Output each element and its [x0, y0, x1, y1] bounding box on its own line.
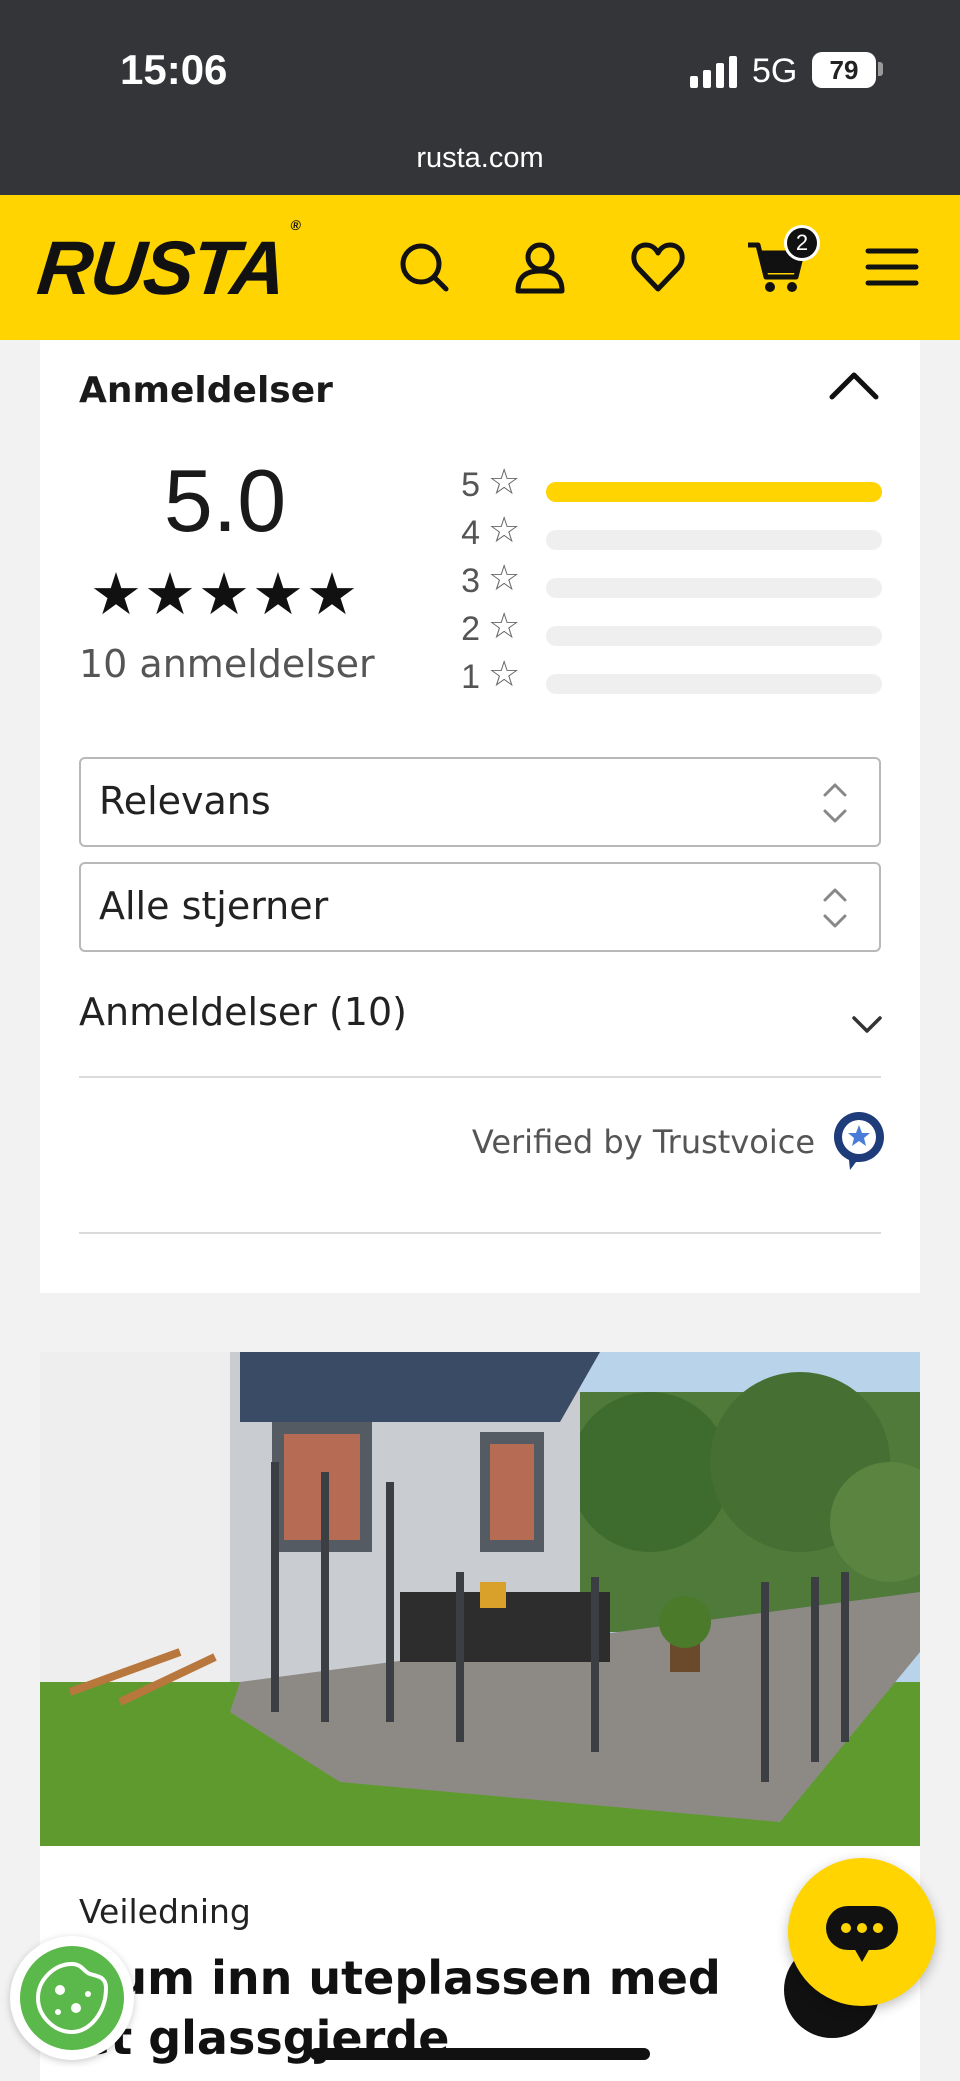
- divider: [79, 1076, 881, 1078]
- chevron-up-icon[interactable]: [826, 365, 882, 405]
- site-header: RUSTA® 2: [0, 195, 960, 340]
- updown-chevron-icon: [823, 888, 847, 928]
- menu-icon[interactable]: [860, 235, 924, 299]
- divider: [79, 1232, 881, 1234]
- updown-chevron-icon: [823, 783, 847, 823]
- rating-bar-fill: [546, 482, 882, 502]
- star-outline-icon: ☆: [488, 606, 521, 647]
- average-score: 5.0: [163, 451, 287, 550]
- network-label: 5G: [752, 52, 798, 90]
- rating-row-label: 3: [461, 562, 480, 600]
- cart-count-badge: 2: [784, 225, 820, 261]
- average-stars: ★★★★★: [90, 560, 360, 628]
- battery-icon: 79: [812, 52, 876, 88]
- star-outline-icon: ☆: [488, 462, 521, 503]
- sort-select-value: Relevans: [99, 779, 271, 823]
- trustvoice-logo-icon[interactable]: [832, 1110, 886, 1172]
- rating-row-label: 1: [461, 658, 480, 696]
- rating-bar-track: [546, 578, 882, 598]
- chevron-down-icon[interactable]: [850, 1012, 884, 1036]
- article-image[interactable]: [40, 1352, 920, 1846]
- status-time: 15:06: [120, 46, 228, 93]
- heart-icon[interactable]: [626, 235, 690, 299]
- battery-tip: [878, 62, 883, 76]
- rating-row-3[interactable]: 3 ☆: [450, 558, 882, 606]
- cookie-settings-button[interactable]: [10, 1936, 134, 2060]
- cookie-icon: [20, 1946, 124, 2050]
- rusta-logo[interactable]: RUSTA®: [33, 217, 300, 312]
- reviews-title: Anmeldelser: [79, 370, 333, 411]
- star-filter-select[interactable]: Alle stjerner: [79, 862, 881, 952]
- chat-button[interactable]: [788, 1858, 936, 2006]
- reviews-list-toggle[interactable]: Anmeldelser (10): [79, 990, 407, 1034]
- article-category: Veiledning: [79, 1892, 251, 1931]
- signal-icon: [690, 56, 737, 88]
- status-bar: 15:06 5G 79 rusta.com: [0, 0, 960, 195]
- chat-bubble-icon: [826, 1906, 898, 1962]
- review-count: 10 anmeldelser: [79, 642, 375, 686]
- account-icon[interactable]: [508, 235, 572, 299]
- rating-row-label: 2: [461, 610, 480, 648]
- rating-row-2[interactable]: 2 ☆: [450, 606, 882, 654]
- star-outline-icon: ☆: [488, 558, 521, 599]
- search-icon[interactable]: [392, 235, 456, 299]
- star-outline-icon: ☆: [488, 654, 521, 695]
- rating-row-4[interactable]: 4 ☆: [450, 510, 882, 558]
- verified-by-label: Verified by Trustvoice: [471, 1123, 815, 1161]
- rating-row-5[interactable]: 5 ☆: [450, 462, 882, 510]
- star-outline-icon: ☆: [488, 510, 521, 551]
- home-indicator: [310, 2048, 650, 2060]
- rating-row-label: 5: [461, 466, 480, 504]
- rating-bar-track: [546, 674, 882, 694]
- rating-bar-track: [546, 530, 882, 550]
- star-filter-value: Alle stjerner: [99, 884, 329, 928]
- rating-bar-track: [546, 482, 882, 502]
- rating-row-label: 4: [461, 514, 480, 552]
- address-bar-url[interactable]: rusta.com: [0, 142, 960, 175]
- rating-bar-track: [546, 626, 882, 646]
- sort-select[interactable]: Relevans: [79, 757, 881, 847]
- rating-row-1[interactable]: 1 ☆: [450, 654, 882, 702]
